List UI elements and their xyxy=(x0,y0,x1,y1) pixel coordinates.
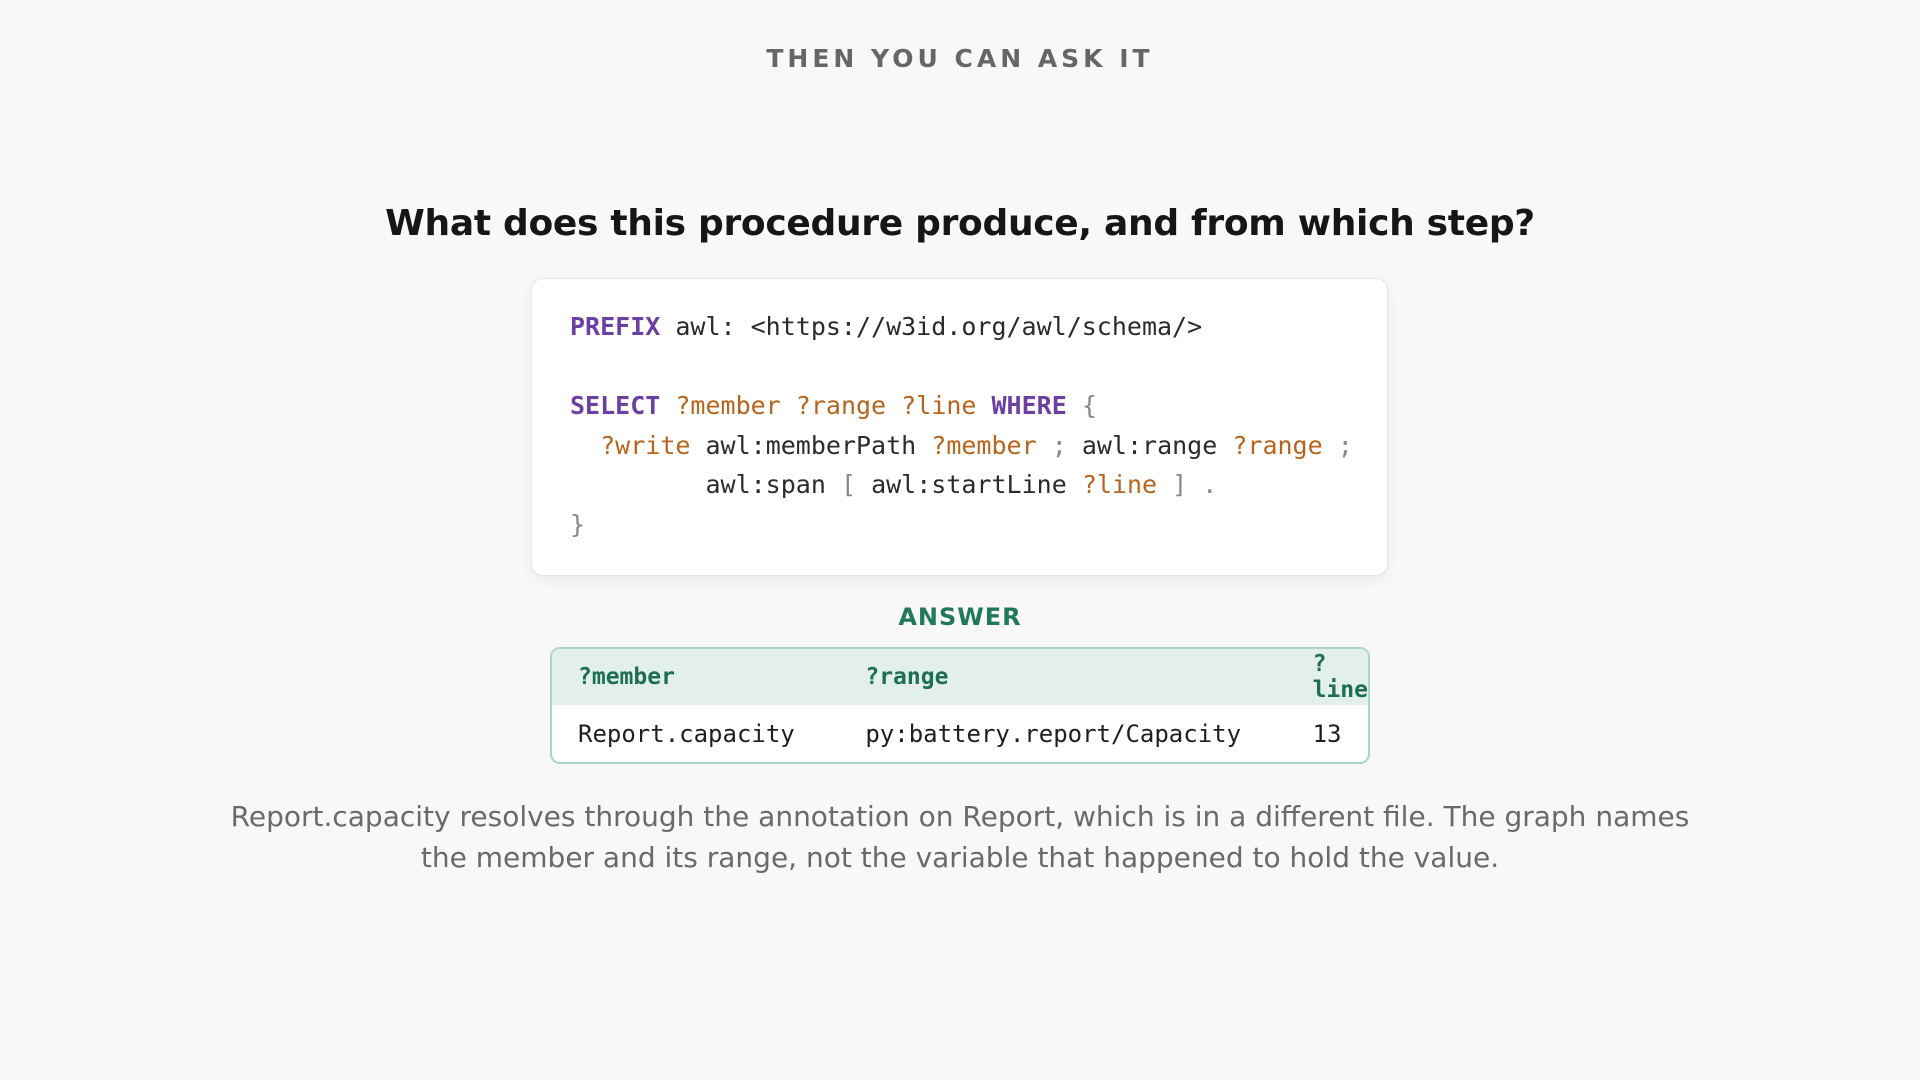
variable-line: ?line xyxy=(901,391,977,420)
results-table: ?member ?range ?line Report.capacity py:… xyxy=(552,649,1368,762)
code-line-select: SELECT ?member ?range ?line WHERE { xyxy=(570,386,1349,426)
bracket-open: [ xyxy=(840,470,857,499)
variable-member: ?member xyxy=(675,391,781,420)
explanation-caption: Report.capacity resolves through the ann… xyxy=(230,800,1690,874)
bracket-close: ] xyxy=(1172,470,1188,499)
table-row: Report.capacity py:battery.report/Capaci… xyxy=(552,705,1368,762)
column-header-line: ?line xyxy=(1286,649,1368,705)
keyword-prefix: PREFIX xyxy=(570,312,661,341)
keyword-select: SELECT xyxy=(570,391,661,420)
brace-close: } xyxy=(570,509,586,539)
column-header-member: ?member xyxy=(552,649,840,705)
variable-write: ?write xyxy=(600,430,691,460)
cell-range: py:battery.report/Capacity xyxy=(865,719,1242,748)
table-header-row: ?member ?range ?line xyxy=(552,649,1368,705)
code-line-close: } xyxy=(570,505,1349,545)
code-line-prefix: PREFIX awl: <https://w3id.org/awl/schema… xyxy=(570,307,1349,347)
semicolon: ; xyxy=(1337,430,1353,460)
variable-range: ?range xyxy=(1232,430,1323,460)
keyword-where: WHERE xyxy=(991,391,1067,420)
predicate-range: awl:range xyxy=(1081,430,1218,460)
variable-line: ?line xyxy=(1081,470,1158,499)
section-kicker: THEN YOU CAN ASK IT xyxy=(766,44,1154,73)
predicate-member-path: awl:memberPath xyxy=(705,430,917,460)
cell-member: Report.capacity xyxy=(578,719,795,748)
statement-dot: . xyxy=(1202,470,1218,499)
code-line-triple-2: awl:span [ awl:startLine ?line ] . xyxy=(570,465,1349,505)
variable-range: ?range xyxy=(795,391,887,420)
prefix-declaration: awl: <https://w3id.org/awl/schema/> xyxy=(660,312,1203,341)
variable-member: ?member xyxy=(931,430,1037,460)
semicolon: ; xyxy=(1051,430,1067,460)
question-heading: What does this procedure produce, and fr… xyxy=(385,203,1535,244)
predicate-span: awl:span xyxy=(705,470,826,499)
predicate-start-line: awl:startLine xyxy=(871,470,1067,499)
cell-line: 13 xyxy=(1312,719,1342,748)
brace-open: { xyxy=(1081,391,1097,420)
sparql-query-card: PREFIX awl: <https://w3id.org/awl/schema… xyxy=(531,278,1388,576)
column-header-range: ?range xyxy=(839,649,1287,705)
answer-table: ?member ?range ?line Report.capacity py:… xyxy=(550,647,1370,764)
slide: THEN YOU CAN ASK IT What does this proce… xyxy=(0,0,1920,1080)
code-line-triple-1: ?write awl:memberPath ?member ; awl:rang… xyxy=(570,426,1353,466)
answer-label: ANSWER xyxy=(898,603,1022,631)
